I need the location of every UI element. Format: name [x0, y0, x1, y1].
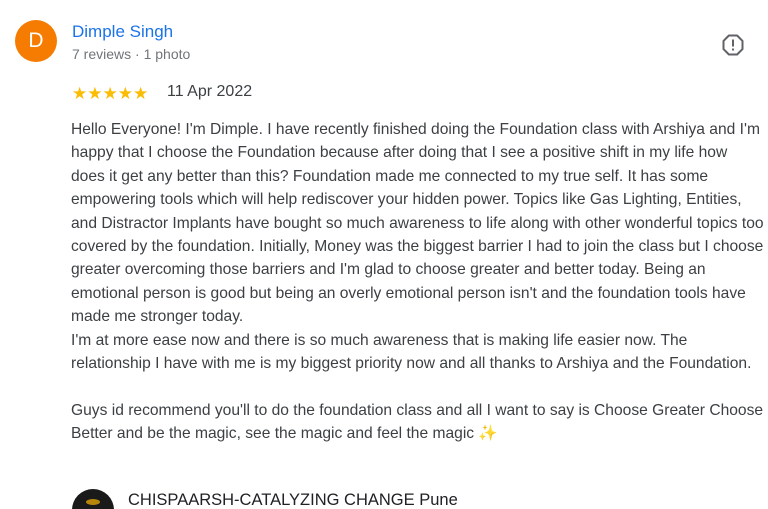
- review-paragraph: Hello Everyone! I'm Dimple. I have recen…: [71, 121, 764, 326]
- next-author-name-link[interactable]: CHISPAARSH-CATALYZING CHANGE Pune: [128, 491, 458, 509]
- star-icon: ★: [133, 83, 149, 103]
- review-paragraph: Guys id recommend you'll to do the found…: [71, 401, 764, 443]
- avatar-image-detail: [86, 499, 100, 505]
- star-icon: ★: [117, 83, 133, 103]
- next-author-avatar[interactable]: [72, 489, 114, 509]
- review-paragraph: I'm at more ease now and there is so muc…: [71, 331, 752, 373]
- star-icon: ★: [102, 83, 118, 103]
- author-meta[interactable]: 7 reviews · 1 photo: [72, 46, 190, 62]
- review-text: Hello Everyone! I'm Dimple. I have recen…: [71, 118, 765, 446]
- star-rating: ★ ★ ★ ★ ★: [72, 83, 148, 103]
- star-icon: ★: [72, 83, 88, 103]
- author-name-link[interactable]: Dimple Singh: [72, 22, 173, 42]
- next-review-card: CHISPAARSH-CATALYZING CHANGE Pune: [0, 486, 768, 509]
- review-date: 11 Apr 2022: [167, 83, 253, 100]
- author-avatar[interactable]: D: [15, 20, 57, 62]
- review-card: D Dimple Singh 7 reviews · 1 photo ★ ★ ★…: [0, 0, 768, 509]
- alert-circle-icon: [722, 34, 744, 56]
- star-icon: ★: [87, 83, 103, 103]
- report-review-button[interactable]: [721, 33, 745, 57]
